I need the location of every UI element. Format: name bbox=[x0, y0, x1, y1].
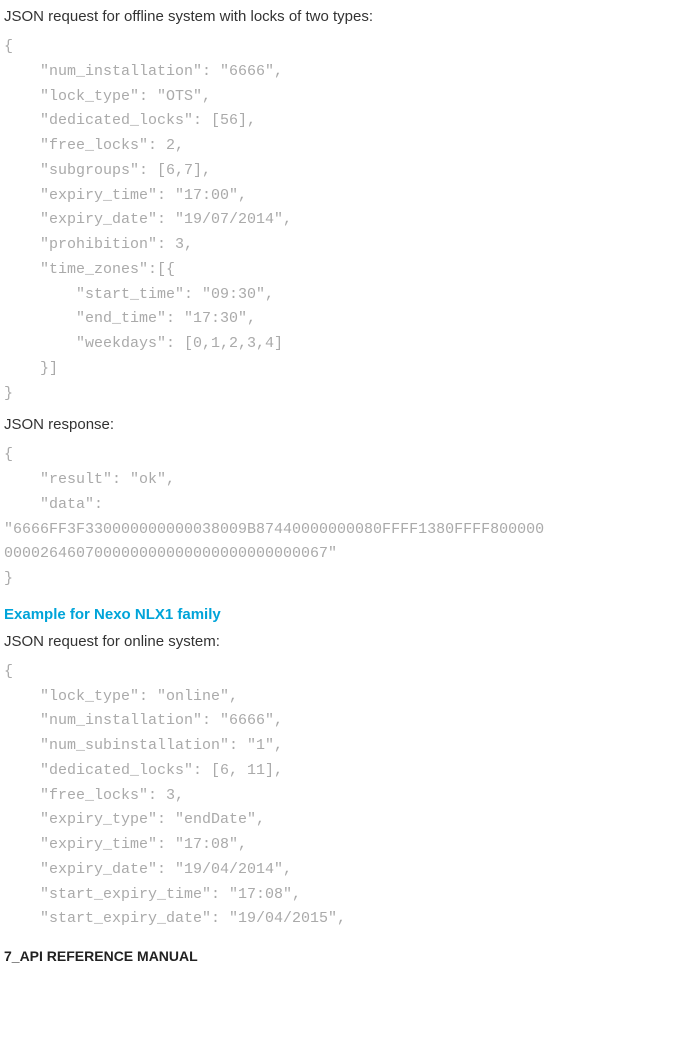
code-request-offline: { "num_installation": "6666", "lock_type… bbox=[4, 35, 680, 406]
example-nexo-heading: Example for Nexo NLX1 family bbox=[4, 606, 680, 623]
code-request-online: { "lock_type": "online", "num_installati… bbox=[4, 660, 680, 932]
code-response: { "result": "ok", "data": "6666FF3F33000… bbox=[4, 443, 680, 592]
footer-manual-title: 7_API REFERENCE MANUAL bbox=[4, 948, 680, 964]
intro-request-online: JSON request for online system: bbox=[4, 633, 680, 650]
intro-response: JSON response: bbox=[4, 416, 680, 433]
intro-request-offline: JSON request for offline system with loc… bbox=[4, 8, 680, 25]
